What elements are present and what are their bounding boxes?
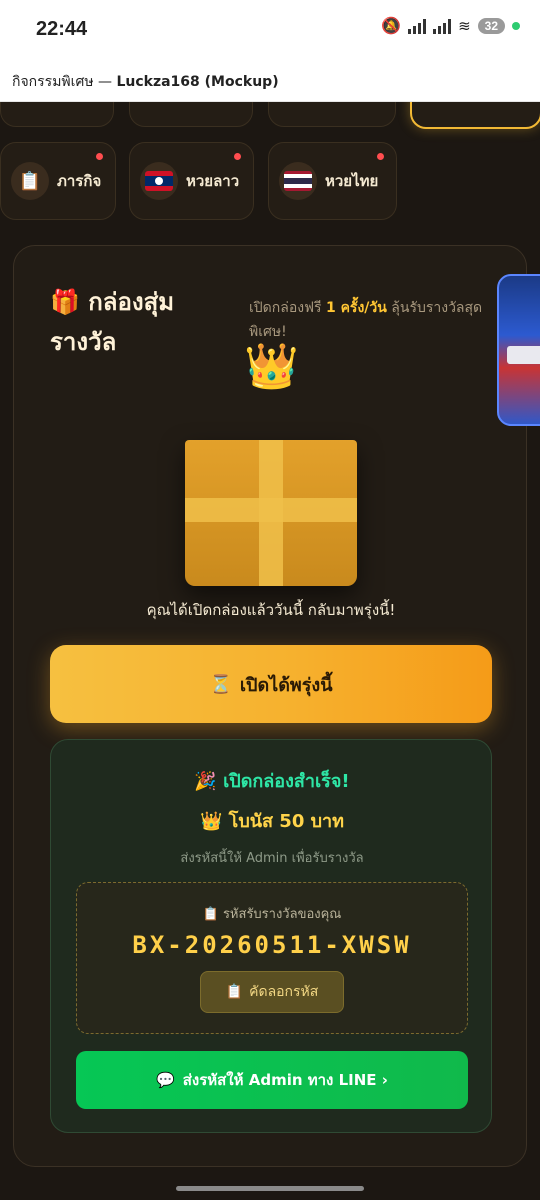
- crown-icon: 👑: [244, 341, 299, 392]
- menu-tile-mission[interactable]: 📋 ภารกิจ: [0, 142, 116, 220]
- card-desc-prefix: เปิดกล่องฟรี: [249, 300, 326, 316]
- chat-bubble-icon: 💬: [156, 1071, 175, 1089]
- crown-icon-small: 👑: [199, 811, 223, 832]
- result-title-text: เปิดกล่องสำเร็จ!: [223, 771, 350, 792]
- status-icons: 🔕 ≋ 32: [381, 18, 520, 34]
- notification-dot: [377, 153, 384, 160]
- hourglass-icon: ⏳: [209, 673, 232, 695]
- status-bar: 22:44 🔕 ≋ 32: [0, 0, 540, 60]
- random-box-card: 🎁 กล่องสุ่มรางวัล เปิดกล่องฟรี 1 ครั้ง/ว…: [13, 245, 527, 1167]
- gift-ribbon-horizontal: [185, 498, 357, 522]
- reward-code-label: 📋 รหัสรับรางวัลของคุณ: [77, 903, 467, 924]
- clipboard-icon: 📋: [11, 162, 49, 200]
- send-line-label: ส่งรหัสให้ Admin ทาง LINE ›: [182, 1071, 388, 1089]
- menu-tile-hidden-4-selected[interactable]: [410, 102, 540, 129]
- signal-icon: [408, 18, 427, 34]
- party-icon: 🎉: [194, 771, 217, 792]
- floating-promo-thumbnail[interactable]: [497, 274, 540, 426]
- gift-box-image[interactable]: [185, 440, 357, 586]
- menu-tile-thai-lottery[interactable]: หวยไทย: [268, 142, 397, 220]
- menu-label-lao-lottery: หวยลาว: [186, 172, 240, 190]
- send-line-button[interactable]: 💬 ส่งรหัสให้ Admin ทาง LINE ›: [76, 1051, 468, 1109]
- privacy-dot-icon: [512, 22, 520, 30]
- gesture-nav-bar[interactable]: [176, 1186, 364, 1191]
- copy-code-label: คัดลอกรหัส: [249, 984, 319, 1000]
- reward-code-box: 📋 รหัสรับรางวัลของคุณ BX-20260511-XWSW 📋…: [76, 882, 468, 1034]
- card-desc-highlight: 1 ครั้ง/วัน: [325, 300, 387, 316]
- status-time: 22:44: [36, 18, 88, 40]
- open-tomorrow-button[interactable]: ⏳ เปิดได้พรุ่งนี้: [50, 645, 492, 723]
- page-title: กิจกรรมพิเศษ — Luckza168 (Mockup): [12, 71, 279, 93]
- clipboard-icon-small: 📋: [202, 907, 219, 922]
- copy-code-button[interactable]: 📋 คัดลอกรหัส: [200, 971, 344, 1013]
- card-description: เปิดกล่องฟรี 1 ครั้ง/วัน ลุ้นรับรางวัลสุ…: [249, 296, 499, 344]
- copy-icon: 📋: [225, 984, 244, 1000]
- menu-label-mission: ภารกิจ: [57, 172, 102, 190]
- promo-image-detail: [507, 346, 540, 364]
- menu-label-thai-lottery: หวยไทย: [325, 172, 379, 190]
- signal-icon-2: [433, 18, 452, 34]
- send-note: ส่งรหัสนี้ให้ Admin เพื่อรับรางวัล: [180, 851, 364, 866]
- bonus-text: 👑 โบนัส 50 บาท: [51, 806, 493, 835]
- notification-dot: [96, 153, 103, 160]
- reward-code-label-text: รหัสรับรางวัลของคุณ: [222, 907, 342, 922]
- wifi-icon: ≋: [458, 17, 471, 35]
- bonus-amount: โบนัส 50 บาท: [228, 811, 345, 832]
- notification-dot: [234, 153, 241, 160]
- mute-icon: 🔕: [381, 16, 402, 35]
- page-title-thai: กิจกรรมพิเศษ —: [12, 74, 117, 90]
- battery-icon: 32: [477, 18, 505, 34]
- menu-tile-hidden-1[interactable]: [0, 102, 114, 127]
- content: 📋 ภารกิจ หวยลาว หวยไทย 🎁 กล่องสุ่มรางวัล…: [0, 102, 540, 1200]
- menu-tile-lao-lottery[interactable]: หวยลาว: [129, 142, 254, 220]
- page-title-brand: Luckza168 (Mockup): [116, 74, 279, 90]
- laos-flag-icon: [140, 162, 178, 200]
- card-title: 🎁 กล่องสุ่มรางวัล: [50, 282, 210, 362]
- app-bar: กิจกรรมพิเศษ — Luckza168 (Mockup): [0, 60, 540, 102]
- result-panel: 🎉 เปิดกล่องสำเร็จ! 👑 โบนัส 50 บาท ส่งรหั…: [50, 739, 492, 1133]
- menu-tile-hidden-3[interactable]: [268, 102, 396, 127]
- opened-message: คุณได้เปิดกล่องแล้ววันนี้ กลับมาพรุ่งนี้…: [146, 601, 396, 619]
- result-title: 🎉 เปิดกล่องสำเร็จ!: [51, 766, 493, 795]
- thailand-flag-icon: [279, 162, 317, 200]
- menu-tile-hidden-2[interactable]: [129, 102, 253, 127]
- open-tomorrow-label: เปิดได้พรุ่งนี้: [239, 674, 333, 696]
- gift-icon: 🎁: [50, 288, 80, 316]
- reward-code[interactable]: BX-20260511-XWSW: [77, 931, 467, 959]
